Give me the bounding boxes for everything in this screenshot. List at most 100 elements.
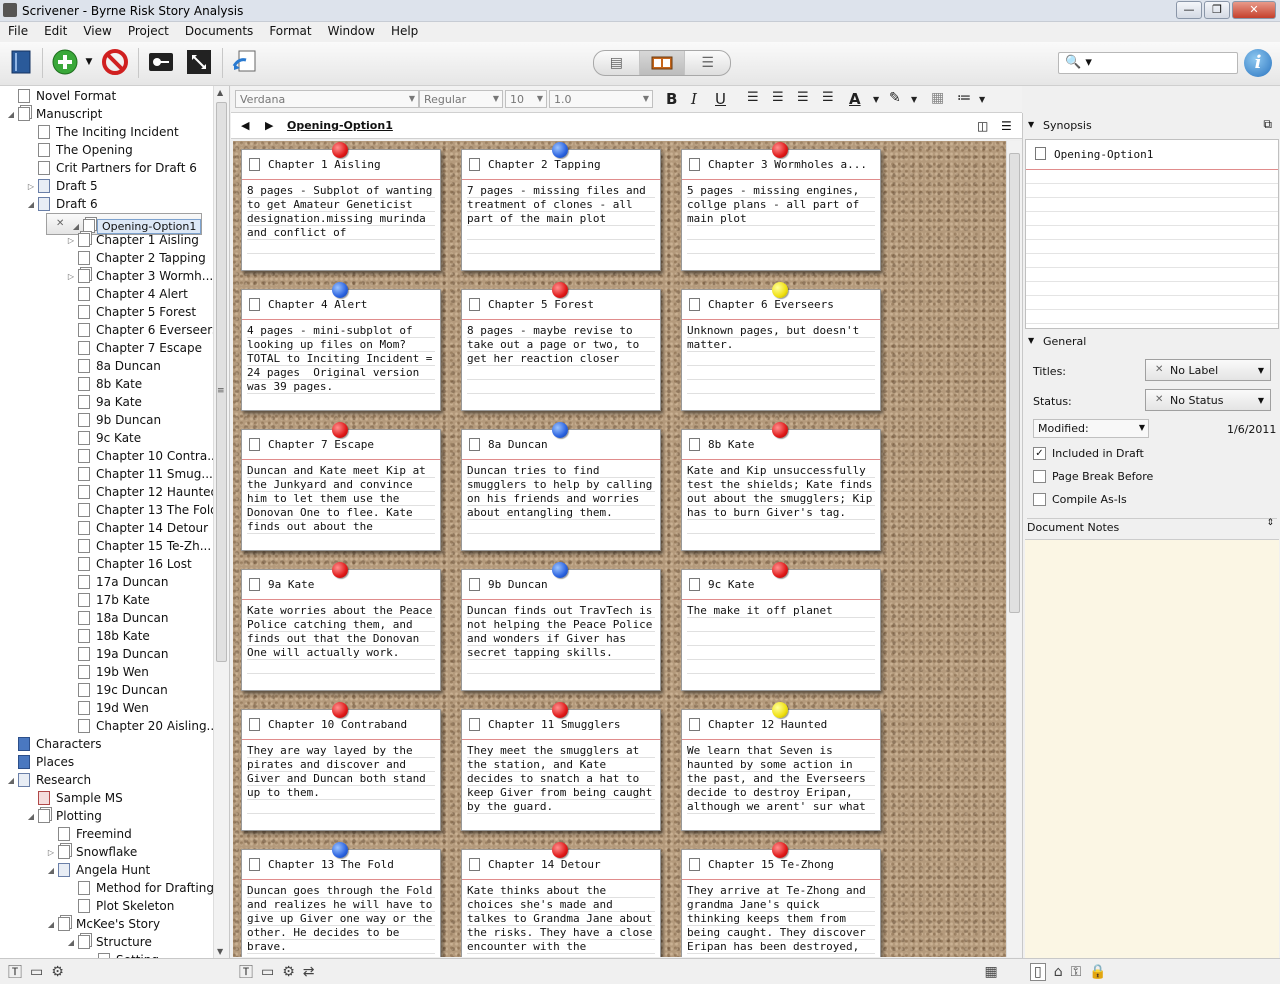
- binder-item[interactable]: Chapter 20 Aisling...: [66, 717, 218, 735]
- disclosure-triangle-icon[interactable]: ◢: [26, 200, 36, 209]
- binder-item[interactable]: 19d Wen: [66, 699, 149, 717]
- menu-help[interactable]: Help: [383, 22, 426, 42]
- index-card[interactable]: Chapter 4 Alert 4 pages - mini-subplot of…: [241, 289, 441, 411]
- included-in-draft-checkbox[interactable]: ✓ Included in Draft: [1033, 447, 1144, 460]
- settings-gear-icon[interactable]: ⚙: [51, 964, 64, 980]
- menu-documents[interactable]: Documents: [177, 22, 261, 42]
- status-select[interactable]: No Status▼: [1145, 389, 1271, 411]
- binder-item[interactable]: Crit Partners for Draft 6: [26, 159, 197, 177]
- close-button[interactable]: ✕: [1232, 1, 1276, 19]
- keywords-icon[interactable]: [146, 47, 176, 77]
- references-tab-icon[interactable]: ⌂: [1054, 964, 1063, 980]
- card-synopsis[interactable]: 8 pages - Subplot of wanting to get Amat…: [247, 184, 436, 240]
- binder-item[interactable]: 19c Duncan: [66, 681, 168, 699]
- binder-scrollbar[interactable]: ▲ ≡ ▼: [213, 86, 229, 958]
- card-synopsis[interactable]: Kate worries about the Peace Police catc…: [247, 604, 436, 660]
- add-folder-icon[interactable]: ▭: [30, 964, 43, 980]
- card-synopsis[interactable]: They arrive at Te-Zhong and grandma Jane…: [687, 884, 876, 954]
- binder-item[interactable]: Chapter 6 Everseers: [66, 321, 218, 339]
- binder-item[interactable]: Chapter 13 The Fold: [66, 501, 218, 519]
- date-type-select[interactable]: Modified: ▼: [1033, 419, 1149, 438]
- menu-format[interactable]: Format: [261, 22, 319, 42]
- table-icon[interactable]: ▦: [931, 90, 944, 106]
- back-arrow-icon[interactable]: ◀: [241, 119, 249, 132]
- font-style-select[interactable]: Regular ▼: [419, 90, 503, 108]
- binder-item[interactable]: The Inciting Incident: [26, 123, 179, 141]
- keywords-tab-icon[interactable]: ⚿: [1071, 964, 1082, 980]
- binder-item[interactable]: ◢ McKee's Story: [46, 915, 160, 933]
- binder-item[interactable]: Chapter 10 Contra...: [66, 447, 219, 465]
- binder-item[interactable]: Novel Format: [6, 87, 116, 105]
- freeform-icon[interactable]: ⇄: [303, 964, 315, 980]
- font-size-select[interactable]: 10 ▼: [505, 90, 547, 108]
- text-color-icon[interactable]: A: [849, 90, 861, 108]
- disclosure-triangle-icon[interactable]: ◢: [66, 938, 76, 947]
- card-synopsis[interactable]: 5 pages - missing engines, collge plans …: [687, 184, 876, 226]
- add-dropdown-icon[interactable]: ▼: [82, 47, 96, 77]
- card-synopsis[interactable]: Duncan goes through the Fold and realize…: [247, 884, 436, 954]
- binder-item[interactable]: ◢ Plotting: [26, 807, 102, 825]
- binder-item[interactable]: 8a Duncan: [66, 357, 161, 375]
- binder-item[interactable]: Places: [6, 753, 74, 771]
- index-card[interactable]: 9b Duncan Duncan finds out TravTech is no…: [461, 569, 661, 691]
- card-size-icon[interactable]: ▦: [985, 964, 998, 980]
- document-notes-header[interactable]: Document Notes: [1027, 518, 1277, 534]
- align-justify-icon[interactable]: ☰: [822, 90, 834, 105]
- binder-item[interactable]: ◢ Manuscript: [6, 105, 102, 123]
- synopsis-header[interactable]: Synopsis: [1023, 115, 1280, 137]
- synopsis-card[interactable]: Opening-Option1: [1025, 139, 1279, 329]
- outliner-view-icon[interactable]: ☰: [685, 51, 730, 75]
- index-card[interactable]: Chapter 7 Escape Duncan and Kate meet Kip…: [241, 429, 441, 551]
- list-dropdown-icon[interactable]: ▼: [979, 95, 985, 104]
- disclosure-triangle-icon[interactable]: ▷: [66, 236, 76, 245]
- index-card[interactable]: 9c Kate The make it off planet: [681, 569, 881, 691]
- italic-button[interactable]: I: [691, 90, 697, 108]
- binder-item[interactable]: ◢ Structure: [66, 933, 152, 951]
- highlight-icon[interactable]: ✎: [889, 90, 901, 106]
- split-editor-icon[interactable]: ◫: [977, 119, 988, 133]
- index-card[interactable]: Chapter 2 Tapping 7 pages - missing files…: [461, 149, 661, 271]
- card-synopsis[interactable]: Duncan finds out TravTech is not helping…: [467, 604, 656, 660]
- align-center-icon[interactable]: ☰: [772, 90, 784, 105]
- compose-icon[interactable]: [184, 47, 214, 77]
- menu-file[interactable]: File: [0, 22, 36, 42]
- binder-item[interactable]: Chapter 7 Escape: [66, 339, 202, 357]
- forward-arrow-icon[interactable]: ▶: [265, 119, 273, 132]
- card-synopsis[interactable]: 4 pages - mini-subplot of looking up fil…: [247, 324, 436, 394]
- binder-item[interactable]: Plot Skeleton: [66, 897, 174, 915]
- card-synopsis[interactable]: Kate thinks about the choices she's made…: [467, 884, 656, 954]
- binder-item[interactable]: Chapter 12 Haunted: [66, 483, 218, 501]
- info-icon[interactable]: i: [1244, 49, 1272, 77]
- disclosure-triangle-icon[interactable]: ▷: [46, 848, 56, 857]
- corkboard-scrollbar[interactable]: [1006, 141, 1022, 957]
- add-folder-icon[interactable]: ▭: [261, 964, 274, 980]
- binder-item[interactable]: 18b Kate: [66, 627, 150, 645]
- import-icon[interactable]: [230, 47, 260, 77]
- binder-item[interactable]: Chapter 2 Tapping: [66, 249, 206, 267]
- document-notes-editor[interactable]: [1025, 539, 1279, 958]
- disclosure-triangle-icon[interactable]: ▷: [26, 182, 36, 191]
- add-text-icon[interactable]: 🅃: [8, 962, 22, 982]
- align-right-icon[interactable]: ☰: [797, 90, 809, 105]
- maximize-button[interactable]: ❐: [1204, 1, 1230, 19]
- index-card[interactable]: 9a Kate Kate worries about the Peace Poli…: [241, 569, 441, 691]
- add-icon[interactable]: [50, 47, 80, 77]
- card-synopsis[interactable]: Kate and Kip unsuccessfully test the shi…: [687, 464, 876, 520]
- notes-tab-icon[interactable]: ▯: [1030, 962, 1046, 981]
- page-break-before-checkbox[interactable]: Page Break Before: [1033, 470, 1153, 483]
- index-card[interactable]: Chapter 1 Aisling 8 pages - Subplot of wa…: [241, 149, 441, 271]
- card-synopsis[interactable]: Duncan and Kate meet Kip at the Junkyard…: [247, 464, 436, 534]
- binder-item[interactable]: ◢ Angela Hunt: [46, 861, 150, 879]
- binder-item[interactable]: ▷ Chapter 1 Aisling: [66, 231, 199, 249]
- binder-item[interactable]: Freemind: [46, 825, 132, 843]
- line-spacing-select[interactable]: 1.0 ▼: [549, 90, 653, 108]
- document-title[interactable]: Opening-Option1: [287, 119, 393, 132]
- binder-item[interactable]: 8b Kate: [66, 375, 142, 393]
- binder-item[interactable]: Setting: [86, 951, 159, 958]
- menu-project[interactable]: Project: [120, 22, 177, 42]
- menu-edit[interactable]: Edit: [36, 22, 75, 42]
- index-card[interactable]: Chapter 10 Contraband They are way layed …: [241, 709, 441, 831]
- add-text-icon[interactable]: 🅃: [239, 962, 253, 982]
- card-synopsis[interactable]: We learn that Seven is haunted by some a…: [687, 744, 876, 814]
- text-color-dropdown-icon[interactable]: ▼: [873, 95, 879, 104]
